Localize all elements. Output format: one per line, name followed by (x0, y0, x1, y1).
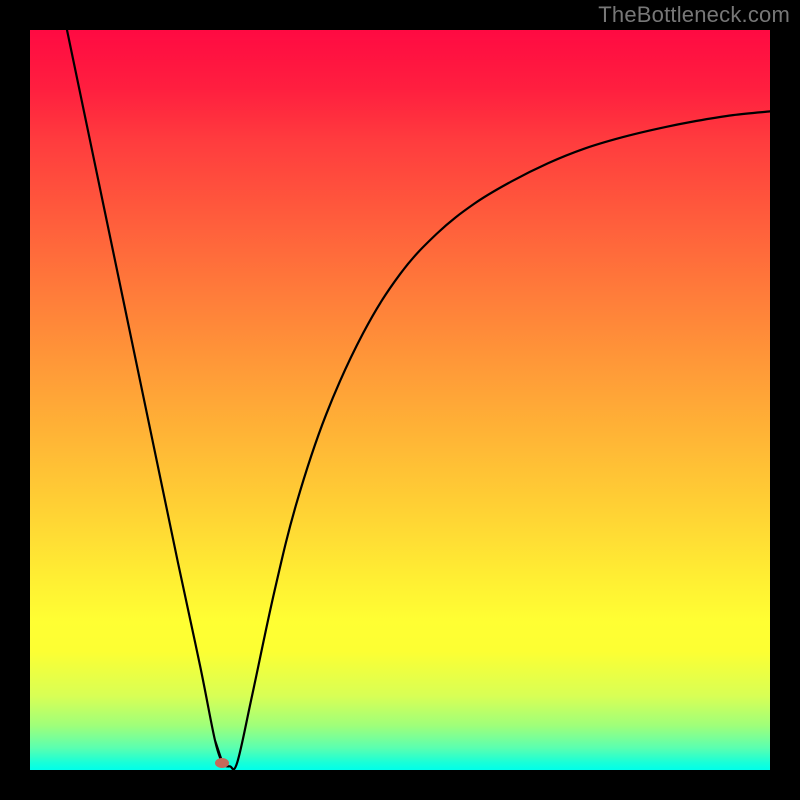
plot-area (30, 30, 770, 770)
chart-frame: TheBottleneck.com (0, 0, 800, 800)
watermark-text: TheBottleneck.com (598, 2, 790, 28)
bottleneck-curve (30, 30, 770, 770)
optimum-marker (215, 758, 229, 768)
